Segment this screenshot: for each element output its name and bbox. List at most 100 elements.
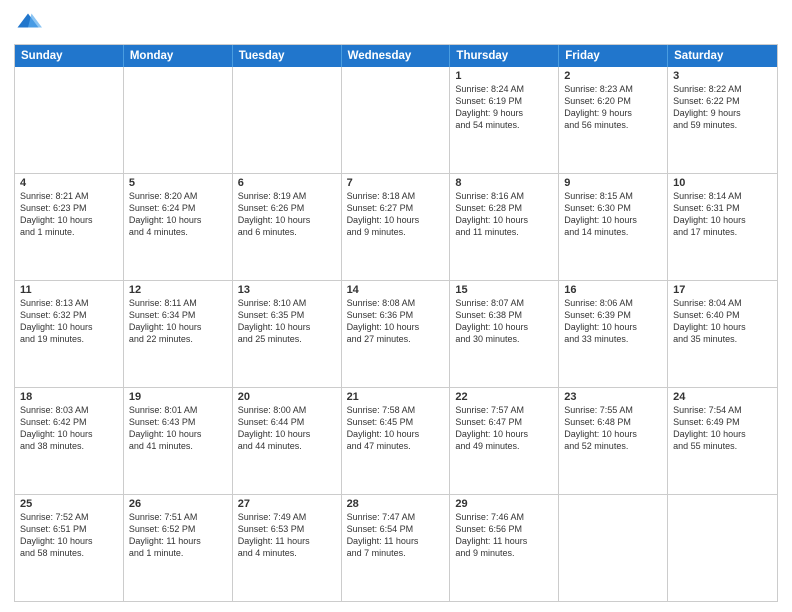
calendar-cell: 12Sunrise: 8:11 AMSunset: 6:34 PMDayligh…	[124, 281, 233, 387]
day-number: 29	[455, 498, 553, 510]
calendar-cell	[15, 67, 124, 173]
weekday-header: Monday	[124, 45, 233, 67]
calendar-cell	[342, 67, 451, 173]
day-number: 11	[20, 284, 118, 296]
day-info: Sunrise: 8:13 AMSunset: 6:32 PMDaylight:…	[20, 297, 118, 346]
day-info: Sunrise: 8:18 AMSunset: 6:27 PMDaylight:…	[347, 190, 445, 239]
day-number: 16	[564, 284, 662, 296]
day-number: 20	[238, 391, 336, 403]
day-number: 24	[673, 391, 772, 403]
day-number: 9	[564, 177, 662, 189]
day-info: Sunrise: 8:03 AMSunset: 6:42 PMDaylight:…	[20, 404, 118, 453]
day-info: Sunrise: 7:51 AMSunset: 6:52 PMDaylight:…	[129, 511, 227, 560]
day-info: Sunrise: 8:11 AMSunset: 6:34 PMDaylight:…	[129, 297, 227, 346]
logo-icon	[14, 10, 42, 38]
day-info: Sunrise: 8:10 AMSunset: 6:35 PMDaylight:…	[238, 297, 336, 346]
day-number: 4	[20, 177, 118, 189]
calendar-header-row: SundayMondayTuesdayWednesdayThursdayFrid…	[15, 45, 777, 67]
day-number: 12	[129, 284, 227, 296]
day-number: 18	[20, 391, 118, 403]
calendar-cell	[559, 495, 668, 601]
day-number: 19	[129, 391, 227, 403]
day-info: Sunrise: 7:46 AMSunset: 6:56 PMDaylight:…	[455, 511, 553, 560]
calendar-cell: 22Sunrise: 7:57 AMSunset: 6:47 PMDayligh…	[450, 388, 559, 494]
day-info: Sunrise: 8:16 AMSunset: 6:28 PMDaylight:…	[455, 190, 553, 239]
calendar-cell: 21Sunrise: 7:58 AMSunset: 6:45 PMDayligh…	[342, 388, 451, 494]
logo	[14, 10, 46, 38]
weekday-header: Saturday	[668, 45, 777, 67]
day-info: Sunrise: 8:24 AMSunset: 6:19 PMDaylight:…	[455, 83, 553, 132]
calendar-cell: 24Sunrise: 7:54 AMSunset: 6:49 PMDayligh…	[668, 388, 777, 494]
day-number: 13	[238, 284, 336, 296]
day-info: Sunrise: 7:58 AMSunset: 6:45 PMDaylight:…	[347, 404, 445, 453]
day-number: 17	[673, 284, 772, 296]
calendar-cell: 16Sunrise: 8:06 AMSunset: 6:39 PMDayligh…	[559, 281, 668, 387]
calendar-cell: 29Sunrise: 7:46 AMSunset: 6:56 PMDayligh…	[450, 495, 559, 601]
calendar-cell: 6Sunrise: 8:19 AMSunset: 6:26 PMDaylight…	[233, 174, 342, 280]
day-info: Sunrise: 7:52 AMSunset: 6:51 PMDaylight:…	[20, 511, 118, 560]
day-number: 25	[20, 498, 118, 510]
day-info: Sunrise: 8:06 AMSunset: 6:39 PMDaylight:…	[564, 297, 662, 346]
day-info: Sunrise: 8:08 AMSunset: 6:36 PMDaylight:…	[347, 297, 445, 346]
day-number: 8	[455, 177, 553, 189]
day-info: Sunrise: 8:20 AMSunset: 6:24 PMDaylight:…	[129, 190, 227, 239]
calendar-cell: 19Sunrise: 8:01 AMSunset: 6:43 PMDayligh…	[124, 388, 233, 494]
day-number: 2	[564, 70, 662, 82]
day-number: 7	[347, 177, 445, 189]
day-number: 14	[347, 284, 445, 296]
day-info: Sunrise: 8:00 AMSunset: 6:44 PMDaylight:…	[238, 404, 336, 453]
day-number: 23	[564, 391, 662, 403]
day-number: 10	[673, 177, 772, 189]
calendar-cell: 10Sunrise: 8:14 AMSunset: 6:31 PMDayligh…	[668, 174, 777, 280]
weekday-header: Thursday	[450, 45, 559, 67]
calendar-row: 4Sunrise: 8:21 AMSunset: 6:23 PMDaylight…	[15, 173, 777, 280]
weekday-header: Sunday	[15, 45, 124, 67]
calendar-cell: 13Sunrise: 8:10 AMSunset: 6:35 PMDayligh…	[233, 281, 342, 387]
calendar-cell: 27Sunrise: 7:49 AMSunset: 6:53 PMDayligh…	[233, 495, 342, 601]
day-info: Sunrise: 8:19 AMSunset: 6:26 PMDaylight:…	[238, 190, 336, 239]
page: SundayMondayTuesdayWednesdayThursdayFrid…	[0, 0, 792, 612]
calendar-row: 18Sunrise: 8:03 AMSunset: 6:42 PMDayligh…	[15, 387, 777, 494]
day-info: Sunrise: 8:14 AMSunset: 6:31 PMDaylight:…	[673, 190, 772, 239]
day-info: Sunrise: 8:15 AMSunset: 6:30 PMDaylight:…	[564, 190, 662, 239]
header	[14, 10, 778, 38]
day-info: Sunrise: 8:01 AMSunset: 6:43 PMDaylight:…	[129, 404, 227, 453]
weekday-header: Tuesday	[233, 45, 342, 67]
day-info: Sunrise: 8:22 AMSunset: 6:22 PMDaylight:…	[673, 83, 772, 132]
calendar-cell: 9Sunrise: 8:15 AMSunset: 6:30 PMDaylight…	[559, 174, 668, 280]
day-number: 15	[455, 284, 553, 296]
calendar-body: 1Sunrise: 8:24 AMSunset: 6:19 PMDaylight…	[15, 67, 777, 601]
calendar-cell: 11Sunrise: 8:13 AMSunset: 6:32 PMDayligh…	[15, 281, 124, 387]
calendar-cell: 23Sunrise: 7:55 AMSunset: 6:48 PMDayligh…	[559, 388, 668, 494]
day-number: 27	[238, 498, 336, 510]
day-number: 6	[238, 177, 336, 189]
day-number: 26	[129, 498, 227, 510]
calendar-cell	[668, 495, 777, 601]
calendar-row: 25Sunrise: 7:52 AMSunset: 6:51 PMDayligh…	[15, 494, 777, 601]
calendar: SundayMondayTuesdayWednesdayThursdayFrid…	[14, 44, 778, 602]
calendar-cell: 3Sunrise: 8:22 AMSunset: 6:22 PMDaylight…	[668, 67, 777, 173]
calendar-row: 11Sunrise: 8:13 AMSunset: 6:32 PMDayligh…	[15, 280, 777, 387]
day-number: 3	[673, 70, 772, 82]
calendar-cell: 25Sunrise: 7:52 AMSunset: 6:51 PMDayligh…	[15, 495, 124, 601]
calendar-cell: 2Sunrise: 8:23 AMSunset: 6:20 PMDaylight…	[559, 67, 668, 173]
calendar-cell: 26Sunrise: 7:51 AMSunset: 6:52 PMDayligh…	[124, 495, 233, 601]
day-info: Sunrise: 7:54 AMSunset: 6:49 PMDaylight:…	[673, 404, 772, 453]
day-info: Sunrise: 7:55 AMSunset: 6:48 PMDaylight:…	[564, 404, 662, 453]
calendar-cell: 4Sunrise: 8:21 AMSunset: 6:23 PMDaylight…	[15, 174, 124, 280]
day-number: 22	[455, 391, 553, 403]
day-info: Sunrise: 8:21 AMSunset: 6:23 PMDaylight:…	[20, 190, 118, 239]
weekday-header: Wednesday	[342, 45, 451, 67]
weekday-header: Friday	[559, 45, 668, 67]
calendar-cell: 20Sunrise: 8:00 AMSunset: 6:44 PMDayligh…	[233, 388, 342, 494]
day-info: Sunrise: 8:23 AMSunset: 6:20 PMDaylight:…	[564, 83, 662, 132]
calendar-cell: 7Sunrise: 8:18 AMSunset: 6:27 PMDaylight…	[342, 174, 451, 280]
calendar-cell: 15Sunrise: 8:07 AMSunset: 6:38 PMDayligh…	[450, 281, 559, 387]
calendar-row: 1Sunrise: 8:24 AMSunset: 6:19 PMDaylight…	[15, 67, 777, 173]
day-number: 21	[347, 391, 445, 403]
calendar-cell: 1Sunrise: 8:24 AMSunset: 6:19 PMDaylight…	[450, 67, 559, 173]
day-number: 5	[129, 177, 227, 189]
day-number: 28	[347, 498, 445, 510]
day-info: Sunrise: 8:07 AMSunset: 6:38 PMDaylight:…	[455, 297, 553, 346]
calendar-cell: 28Sunrise: 7:47 AMSunset: 6:54 PMDayligh…	[342, 495, 451, 601]
